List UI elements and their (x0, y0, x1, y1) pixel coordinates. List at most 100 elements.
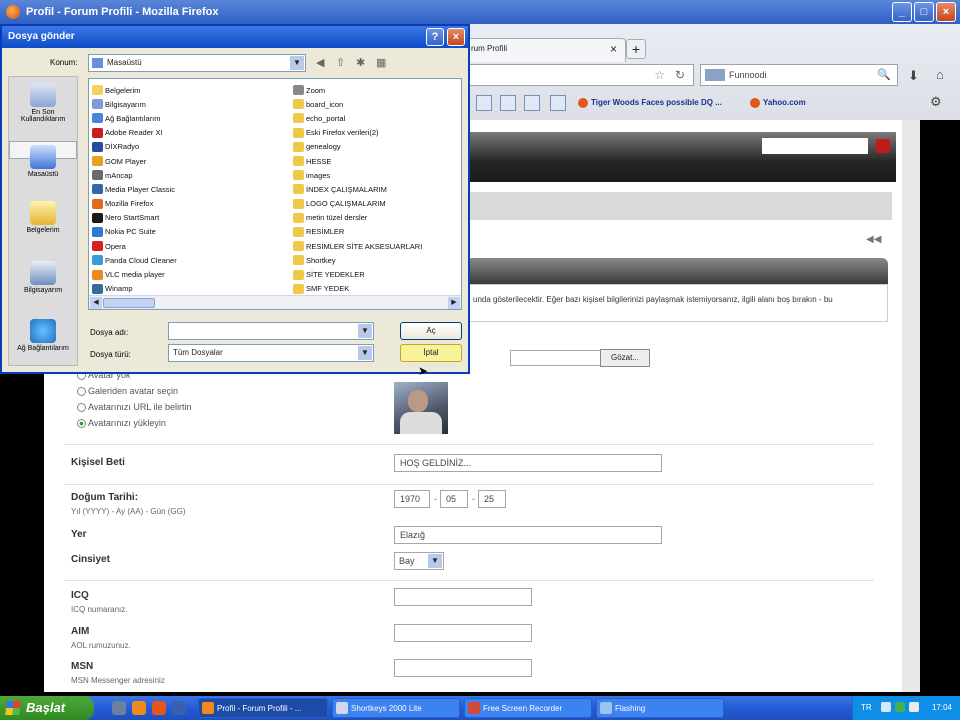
file-list-item[interactable]: RESİMLER (293, 225, 422, 239)
bookmark-yahoo[interactable]: Yahoo.com (750, 98, 806, 108)
collapse-icon[interactable]: ◀◀ (866, 234, 881, 245)
file-list-item[interactable]: Panda Cloud Cleaner (92, 253, 177, 267)
file-list-item[interactable]: mAncap (92, 168, 177, 182)
close-window-button[interactable]: × (936, 2, 956, 22)
file-list-item[interactable]: images (293, 168, 422, 182)
scroll-thumb[interactable] (103, 298, 155, 308)
aim-input[interactable] (394, 624, 532, 642)
download-icon[interactable]: ⬇ (908, 68, 919, 84)
look-in-select[interactable]: Masaüstü ▼ (88, 54, 306, 72)
avatar-option-url[interactable]: Avatarınızı URL ile belirtin (77, 402, 192, 413)
location-input[interactable]: Elazığ (394, 526, 662, 544)
tab-forum-profile[interactable]: rum Profili (462, 38, 626, 62)
task-screen-recorder[interactable]: Free Screen Recorder (464, 698, 592, 718)
personal-text-input[interactable]: HOŞ GELDİNİZ... (394, 454, 662, 472)
birth-day-input[interactable]: 25 (478, 490, 506, 508)
search-engine-icon[interactable] (705, 69, 725, 81)
gender-select[interactable]: Bay ▼ (394, 552, 444, 570)
birth-month-input[interactable]: 05 (440, 490, 468, 508)
file-list-item[interactable]: Mozilla Firefox (92, 197, 177, 211)
dialog-close-button[interactable]: × (447, 28, 465, 46)
file-list-item[interactable]: DİXRadyo (92, 140, 177, 154)
file-list-item[interactable]: metin tüzel dersler (293, 211, 422, 225)
scroll-right-icon[interactable]: ▶ (448, 297, 460, 309)
page-scrollbar[interactable] (902, 120, 920, 692)
birth-year-input[interactable]: 1970 (394, 490, 430, 508)
addon-icon[interactable] (476, 95, 492, 111)
place-recent[interactable]: En Son Kullandıklarım (9, 83, 77, 123)
open-button[interactable]: Aç (400, 322, 462, 340)
bookmark-tiger-woods[interactable]: Tiger Woods Faces possible DQ ... (578, 98, 722, 108)
forum-search-input[interactable] (762, 138, 868, 154)
filename-input[interactable]: ▼ (168, 322, 374, 340)
tray-icon[interactable] (895, 702, 905, 712)
place-desktop[interactable]: Masaüstü (9, 141, 77, 178)
app-quicklaunch-icon[interactable] (172, 701, 186, 715)
addon-icon[interactable] (550, 95, 566, 111)
filetype-select[interactable]: Tüm Dosyalar ▼ (168, 344, 374, 362)
file-list-item[interactable]: Zoom (293, 83, 422, 97)
file-list-item[interactable]: Bilgisayarım (92, 97, 177, 111)
new-folder-icon[interactable]: ✱ (356, 56, 365, 69)
new-tab-button[interactable]: + (626, 39, 646, 59)
file-list-item[interactable]: Adobe Reader XI (92, 126, 177, 140)
url-bar[interactable]: ☆ ↻ (462, 64, 694, 86)
maximize-button[interactable]: □ (914, 2, 934, 22)
task-flashing[interactable]: Flashing (596, 698, 724, 718)
firefox-quicklaunch-icon[interactable] (132, 701, 146, 715)
file-list-item[interactable]: Media Player Classic (92, 182, 177, 196)
reload-icon[interactable]: ↻ (675, 68, 685, 82)
file-list-item[interactable]: Nokia PC Suite (92, 225, 177, 239)
start-button[interactable]: Başlat (0, 696, 94, 720)
file-list-item[interactable]: Winamp (92, 282, 177, 296)
minimize-button[interactable]: _ (892, 2, 912, 22)
file-list-item[interactable]: Nero StartSmart (92, 211, 177, 225)
task-firefox[interactable]: Profil - Forum Profili - ... (198, 698, 328, 718)
avatar-option-upload[interactable]: Avatarınızı yükleyin (77, 418, 166, 429)
help-button[interactable]: ? (426, 28, 444, 46)
file-list-item[interactable]: genealogy (293, 140, 422, 154)
up-folder-icon[interactable]: ⇧ (336, 56, 345, 69)
tab-close-icon[interactable]: × (610, 42, 617, 56)
file-list-item[interactable]: Belgelerim (92, 83, 177, 97)
addon-icon[interactable] (500, 95, 516, 111)
task-shortkeys[interactable]: Shortkeys 2000 Lite (332, 698, 460, 718)
horizontal-scrollbar[interactable]: ◀ ▶ (89, 295, 461, 309)
msn-input[interactable] (394, 659, 532, 677)
forum-search-button[interactable] (876, 139, 890, 153)
icq-input[interactable] (394, 588, 532, 606)
file-list-item[interactable]: Shortkey (293, 253, 422, 267)
file-list-item[interactable]: HESSE (293, 154, 422, 168)
mail-icon[interactable] (524, 95, 540, 111)
file-list-item[interactable]: Ağ Bağlantılarım (92, 111, 177, 125)
file-list-item[interactable]: LOGO ÇALIŞMALARIM (293, 197, 422, 211)
tray-icon[interactable] (881, 702, 891, 712)
volume-icon[interactable] (909, 702, 919, 712)
file-list-item[interactable]: board_icon (293, 97, 422, 111)
file-list-item[interactable]: Eski Firefox verileri(2) (293, 126, 422, 140)
place-network[interactable]: Ağ Bağlantılarım (9, 319, 77, 352)
file-list-item[interactable]: echo_portal (293, 111, 422, 125)
show-desktop-icon[interactable] (112, 701, 126, 715)
place-documents[interactable]: Belgelerim (9, 201, 77, 234)
app-quicklaunch-icon[interactable] (152, 701, 166, 715)
file-list-item[interactable]: GOM Player (92, 154, 177, 168)
place-my-computer[interactable]: Bilgisayarım (9, 261, 77, 294)
file-list-item[interactable]: SİTE YEDEKLER (293, 267, 422, 281)
home-icon[interactable]: ⌂ (936, 67, 944, 82)
search-bar[interactable]: Funnoodi 🔍 (700, 64, 898, 86)
browse-button[interactable]: Gözat... (600, 349, 650, 367)
back-icon[interactable]: ◀ (316, 56, 324, 69)
bookmark-star-icon[interactable]: ☆ (654, 68, 665, 82)
file-list-item[interactable]: RESİMLER SİTE AKSESUARLARI (293, 239, 422, 253)
language-indicator[interactable]: TR (861, 703, 872, 712)
file-list-item[interactable]: İNDEX ÇALIŞMALARIM (293, 182, 422, 196)
avatar-option-gallery[interactable]: Galeriden avatar seçin (77, 386, 178, 397)
view-menu-icon[interactable]: ▦ (376, 56, 386, 69)
file-list-item[interactable]: SMF YEDEK (293, 282, 422, 296)
search-icon[interactable]: 🔍 (877, 68, 891, 81)
cancel-button[interactable]: İptal (400, 344, 462, 362)
file-list-item[interactable]: VLC media player (92, 267, 177, 281)
file-list-item[interactable]: Opera (92, 239, 177, 253)
scroll-left-icon[interactable]: ◀ (90, 297, 102, 309)
